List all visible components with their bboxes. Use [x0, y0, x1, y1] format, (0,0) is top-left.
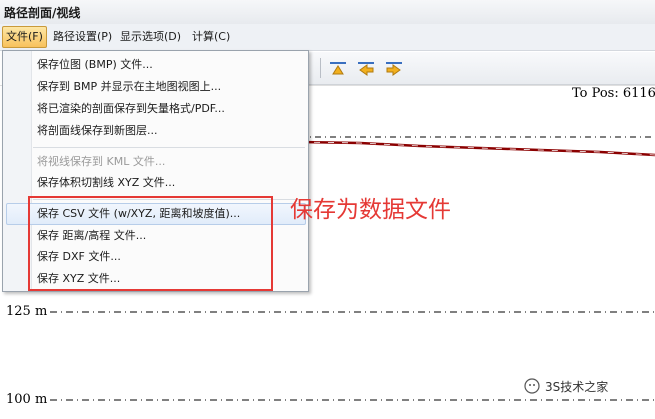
toolbar — [308, 52, 655, 85]
menu-path-settings[interactable]: 路径设置(P) — [50, 27, 115, 47]
menu-item-save-bmp-show[interactable]: 保存到 BMP 并显示在主地图视图上... — [37, 77, 221, 97]
annotation-text: 保存为数据文件 — [290, 197, 451, 223]
menu-file[interactable]: 文件(F) — [2, 26, 47, 48]
profile-line — [299, 140, 655, 157]
menu-item-save-new-layer[interactable]: 将剖面线保存到新图层... — [37, 121, 158, 141]
arrow-left-icon[interactable] — [356, 58, 376, 78]
align-up-icon[interactable] — [328, 58, 348, 78]
menu-calculate[interactable]: 计算(C) — [189, 27, 233, 47]
y-axis-label-100: 100 m — [6, 392, 48, 407]
watermark-text: 3S技术之家 — [545, 380, 609, 394]
menu-item-save-kml: 将视线保存到 KML 文件... — [37, 155, 166, 168]
title-bar: 路径剖面/视线 — [0, 0, 655, 24]
menu-item-save-volume-xyz[interactable]: 保存体积切割线 XYZ 文件... — [37, 173, 175, 193]
wechat-logo-icon — [524, 378, 540, 394]
menu-separator — [33, 147, 305, 148]
to-pos-label: To Pos: 6116 — [572, 86, 655, 101]
arrow-right-icon[interactable] — [384, 58, 404, 78]
toolbar-separator — [320, 58, 321, 78]
menu-bar: 文件(F) 路径设置(P) 显示选项(D) 计算(C) — [0, 24, 655, 51]
window-title: 路径剖面/视线 — [4, 6, 81, 20]
menu-item-save-vector-pdf[interactable]: 将已渲染的剖面保存到矢量格式/PDF... — [37, 99, 225, 119]
menu-display-options[interactable]: 显示选项(D) — [117, 27, 184, 47]
y-axis-label-125: 125 m — [6, 304, 48, 319]
annotation-box — [28, 196, 273, 291]
menu-item-save-bmp[interactable]: 保存位图 (BMP) 文件... — [37, 55, 153, 75]
